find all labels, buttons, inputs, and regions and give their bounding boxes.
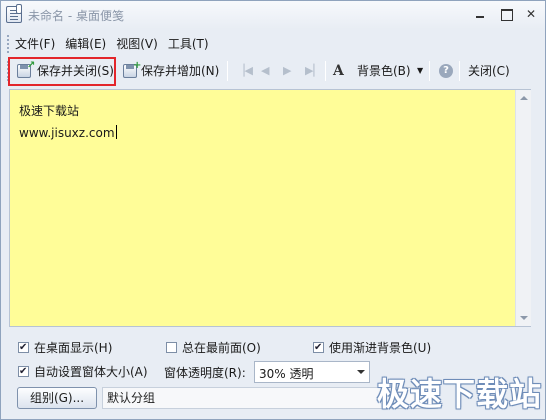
chevron-down-icon: ▼ [417, 66, 424, 75]
previous-note-icon[interactable]: ◀ [261, 57, 269, 85]
menu-file[interactable]: 文件(F) [15, 34, 55, 54]
note-scrollbar[interactable] [515, 90, 531, 326]
checkbox[interactable] [18, 340, 29, 356]
background-color-label: 背景色(B) [357, 64, 411, 78]
highlight-annotation [8, 57, 116, 86]
menu-bar: 文件(F) 编辑(E) 视图(V) 工具(T) [7, 34, 209, 54]
group-button[interactable]: 组别(G)... [17, 387, 97, 409]
toolbar-separator [429, 61, 430, 81]
last-note-icon[interactable]: ▶▏ [305, 57, 322, 85]
save-add-icon: + [123, 61, 141, 78]
menu-edit[interactable]: 编辑(E) [65, 34, 106, 54]
minimize-button[interactable] [470, 5, 490, 23]
checkbox-label: 总在最前面(O) [182, 341, 261, 355]
toolbar-separator [325, 61, 326, 81]
transparency-select[interactable]: 30% 透明 [254, 361, 370, 383]
text-caret [115, 125, 117, 139]
chevron-down-icon [357, 370, 365, 374]
title-bar[interactable]: 未命名 - 桌面便笺 ✕ [1, 1, 545, 29]
checkbox[interactable] [166, 342, 177, 353]
checkbox-label: 在桌面显示(H) [34, 341, 113, 355]
toolbar-separator [227, 61, 228, 81]
note-editor[interactable]: 极速下载站 www.jisuxz.com [9, 89, 531, 327]
checkbox-label: 自动设置窗体大小(A) [34, 365, 148, 379]
background-color-button[interactable]: 背景色(B) ▼ [357, 57, 423, 85]
notepad-app-icon [6, 4, 22, 23]
maximize-button[interactable] [496, 5, 516, 23]
first-note-icon[interactable]: ▕◀ [236, 57, 253, 85]
checkbox[interactable] [313, 340, 324, 356]
toolbar-separator [459, 61, 460, 81]
note-content[interactable]: 极速下载站 www.jisuxz.com [19, 100, 117, 144]
close-window-button[interactable]: ✕ [521, 5, 541, 23]
note-line: 极速下载站 [19, 104, 80, 118]
transparency-value: 30% 透明 [259, 367, 314, 381]
app-window: 未命名 - 桌面便笺 ✕ 文件(F) 编辑(E) 视图(V) 工具(T) ↗ 保… [0, 0, 546, 420]
transparency-label: 窗体透明度(R): [164, 366, 246, 380]
scroll-up-icon[interactable] [520, 96, 528, 100]
checkbox-label: 使用渐进背景色(U) [329, 341, 432, 355]
checkbox[interactable] [18, 364, 29, 380]
menu-tools[interactable]: 工具(T) [168, 34, 209, 54]
menu-view[interactable]: 视图(V) [116, 34, 158, 54]
help-icon[interactable]: ? [439, 64, 453, 78]
font-icon[interactable]: A [333, 57, 344, 85]
save-add-button[interactable]: + 保存并增加(N) [123, 57, 227, 85]
next-note-icon[interactable]: ▶ [283, 57, 291, 85]
note-line: www.jisuxz.com [19, 126, 115, 140]
save-add-label: 保存并增加(N) [141, 64, 220, 78]
close-note-button[interactable]: 关闭(C) [468, 57, 510, 85]
site-watermark: 极速下载站 [377, 375, 543, 413]
window-title: 未命名 - 桌面便笺 [28, 9, 124, 23]
scroll-down-icon[interactable] [520, 316, 528, 320]
